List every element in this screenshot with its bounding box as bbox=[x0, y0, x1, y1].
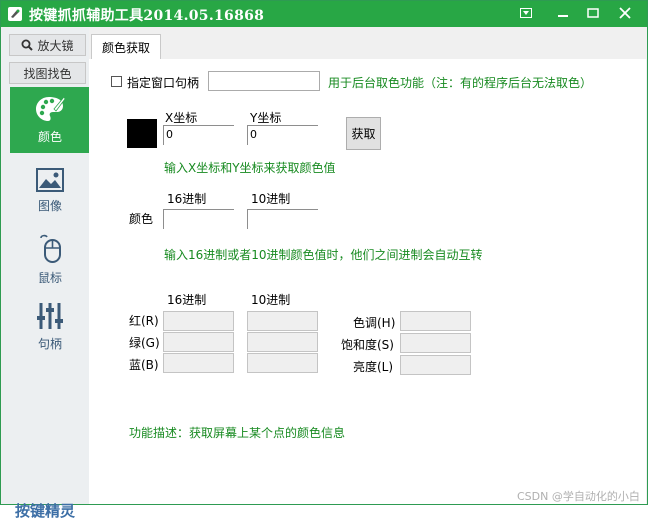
app-window: 按键抓抓辅助工具2014.05.16868 放大镜 找图找色 颜色 图像 鼠标 … bbox=[0, 0, 648, 520]
sliders-icon bbox=[37, 303, 63, 329]
sidebar-item-handle-label: 句柄 bbox=[37, 337, 62, 351]
maximize-button[interactable] bbox=[578, 1, 608, 25]
color-dec-input[interactable] bbox=[247, 209, 318, 229]
red-dec-field bbox=[247, 311, 318, 331]
window-handle-checkbox[interactable] bbox=[111, 76, 122, 87]
maximize-icon bbox=[587, 8, 599, 18]
rgb-dec-label: 10进制 bbox=[251, 293, 291, 307]
green-label: 绿(G) bbox=[129, 336, 160, 350]
magnifier-button[interactable]: 放大镜 bbox=[9, 34, 86, 56]
blue-dec-field bbox=[247, 353, 318, 373]
app-logo-icon bbox=[8, 7, 22, 21]
active-indicator-arrow bbox=[89, 114, 96, 128]
function-description: 功能描述：获取屏幕上某个点的颜色信息 bbox=[129, 426, 346, 440]
y-coord-input[interactable]: 0 bbox=[247, 125, 318, 145]
sidebar-item-image[interactable]: 图像 bbox=[10, 158, 90, 224]
color-swatch bbox=[127, 119, 157, 148]
magnifier-label: 放大镜 bbox=[37, 38, 74, 53]
lightness-label: 亮度(L) bbox=[353, 360, 394, 374]
sidebar-item-image-label: 图像 bbox=[37, 199, 62, 213]
saturation-field bbox=[400, 333, 471, 353]
sidebar-item-color[interactable]: 颜色 bbox=[10, 87, 90, 153]
get-color-button-label: 获取 bbox=[351, 127, 376, 141]
sidebar-item-color-label: 颜色 bbox=[37, 130, 62, 144]
color-hint: 输入16进制或者10进制颜色值时，他们之间进制会自动互转 bbox=[164, 248, 483, 262]
hue-label: 色调(H) bbox=[353, 316, 396, 330]
mouse-icon bbox=[40, 234, 61, 263]
palette-icon bbox=[36, 96, 65, 121]
green-hex-field bbox=[163, 332, 234, 352]
hue-field bbox=[400, 311, 471, 331]
close-button[interactable] bbox=[610, 1, 640, 25]
sidebar-item-handle[interactable]: 句柄 bbox=[10, 294, 90, 360]
brand-logo: 按键精灵 bbox=[15, 502, 76, 520]
sidebar-item-mouse-label: 鼠标 bbox=[37, 271, 62, 285]
tab-color-get[interactable]: 颜色获取 bbox=[91, 34, 161, 60]
color-dec-label: 10进制 bbox=[251, 192, 291, 206]
lightness-field bbox=[400, 355, 471, 375]
watermark: CSDN @学自动化的小白 bbox=[517, 490, 640, 503]
window-handle-input[interactable] bbox=[208, 71, 320, 91]
blue-hex-field bbox=[163, 353, 234, 373]
close-icon bbox=[619, 7, 631, 19]
coords-hint: 输入X坐标和Y坐标来获取颜色值 bbox=[164, 161, 336, 175]
green-dec-field bbox=[247, 332, 318, 352]
window-title: 按键抓抓辅助工具2014.05.16868 bbox=[29, 8, 265, 24]
tab-color-get-label: 颜色获取 bbox=[101, 41, 150, 55]
dropdown-icon bbox=[520, 8, 532, 18]
minimize-button[interactable] bbox=[548, 1, 578, 25]
blue-label: 蓝(B) bbox=[129, 358, 159, 372]
window-handle-label: 指定窗口句柄 bbox=[127, 76, 200, 90]
sidebar: 放大镜 找图找色 颜色 图像 鼠标 句柄 按键精灵 bbox=[2, 28, 90, 520]
find-color-button[interactable]: 找图找色 bbox=[9, 62, 86, 84]
menu-dropdown-button[interactable] bbox=[511, 1, 541, 25]
color-hex-input[interactable] bbox=[163, 209, 234, 229]
saturation-label: 饱和度(S) bbox=[341, 338, 394, 352]
rgb-hex-label: 16进制 bbox=[167, 293, 207, 307]
get-color-button[interactable]: 获取 bbox=[346, 117, 381, 150]
x-coord-label: X坐标 bbox=[165, 111, 198, 125]
search-icon bbox=[21, 39, 34, 51]
minimize-icon bbox=[558, 15, 568, 17]
x-coord-input[interactable]: 0 bbox=[163, 125, 234, 145]
find-color-label: 找图找色 bbox=[23, 66, 72, 81]
red-hex-field bbox=[163, 311, 234, 331]
title-bar: 按键抓抓辅助工具2014.05.16868 bbox=[1, 1, 647, 27]
y-coord-label: Y坐标 bbox=[250, 111, 282, 125]
sidebar-item-mouse[interactable]: 鼠标 bbox=[10, 227, 90, 293]
image-icon bbox=[36, 168, 64, 192]
red-label: 红(R) bbox=[129, 314, 159, 328]
color-row-label: 颜色 bbox=[129, 212, 154, 226]
window-handle-hint: 用于后台取色功能（注：有的程序后台无法取色） bbox=[328, 76, 593, 90]
color-hex-label: 16进制 bbox=[167, 192, 207, 206]
